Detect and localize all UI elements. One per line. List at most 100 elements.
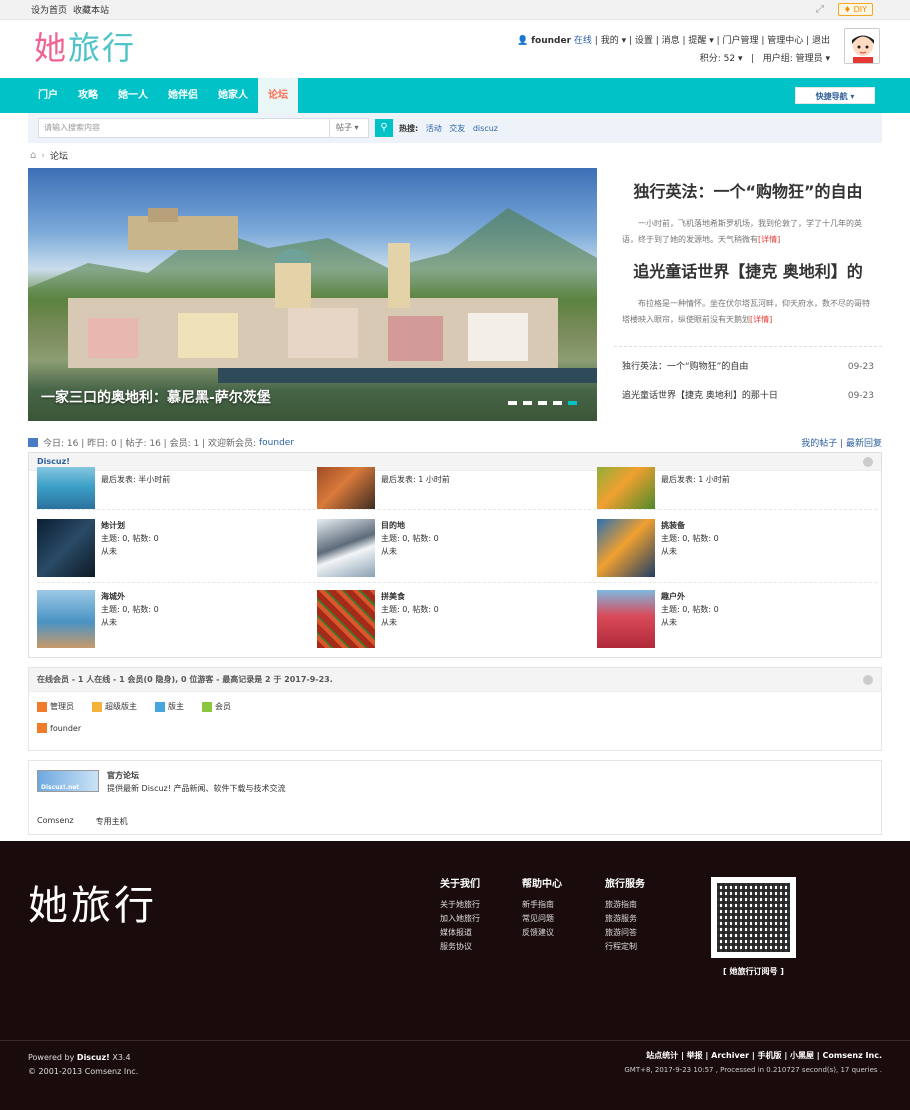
forum-name[interactable]: 趣户外 xyxy=(661,590,719,603)
forum-cell[interactable]: 她计划 主题: 0, 帖数: 0 从未 xyxy=(37,519,317,582)
footer-link[interactable]: 加入她旅行 xyxy=(440,912,480,926)
footer-link[interactable]: 新手指南 xyxy=(522,898,562,912)
footer-link[interactable]: 媒体报道 xyxy=(440,926,480,940)
forum-cell[interactable]: 最后发表: 1 小时前 xyxy=(597,467,877,509)
user-links[interactable]: 我的 ▾ | 设置 | 消息 | 提醒 ▾ | 门户管理 | 管理中心 | 退出 xyxy=(601,36,830,46)
slider-dot[interactable] xyxy=(508,401,517,405)
breadcrumb: ⌂ › 论坛 xyxy=(0,143,910,168)
forum-thumbnail[interactable] xyxy=(37,590,95,648)
set-home-link[interactable]: 设为首页 xyxy=(31,3,67,16)
nav-solo[interactable]: 她一人 xyxy=(108,78,158,113)
footer-link[interactable]: 反馈建议 xyxy=(522,926,562,940)
forum-name[interactable]: 拼美食 xyxy=(381,590,439,603)
online-member[interactable]: founder xyxy=(29,721,881,735)
points-dropdown[interactable]: 积分: 52 ▾ xyxy=(700,54,743,64)
nav-forum[interactable]: 论坛 xyxy=(258,78,298,113)
hot-search-item[interactable]: 活动 xyxy=(426,124,442,133)
forum-cell[interactable]: 最后发表: 1 小时前 xyxy=(317,467,597,509)
slider-dot[interactable] xyxy=(523,401,532,405)
footer-link[interactable]: 行程定制 xyxy=(605,940,645,954)
forum-info: 最后发表: 1 小时前 xyxy=(661,473,730,509)
diy-button[interactable]: ♦ DIY xyxy=(837,3,873,16)
forum-thumbnail[interactable] xyxy=(37,467,95,509)
nav-guide[interactable]: 攻略 xyxy=(68,78,108,113)
news-list-title[interactable]: 追光童话世界【捷克 奥地利】的那十日 xyxy=(622,382,778,411)
footer-link[interactable]: 旅游服务 xyxy=(605,912,645,926)
qr-code xyxy=(711,877,796,958)
news-list-item[interactable]: 追光童话世界【捷克 奥地利】的那十日 09-23 xyxy=(614,382,882,411)
news-list-title[interactable]: 独行英法：一个“购物狂”的自由 xyxy=(622,353,748,382)
forum-name[interactable]: 海城外 xyxy=(101,590,159,603)
footer-logo[interactable]: 她旅行 xyxy=(28,873,157,931)
news-list-item[interactable]: 独行英法：一个“购物狂”的自由 09-23 xyxy=(614,353,882,382)
forum-thumbnail[interactable] xyxy=(597,467,655,509)
breadcrumb-current[interactable]: 论坛 xyxy=(50,149,68,162)
powered-brand-link[interactable]: Discuz! xyxy=(77,1053,110,1062)
forum-last-post: 最后发表: 1 小时前 xyxy=(661,475,730,484)
footer-divider xyxy=(0,1040,910,1041)
category-title[interactable]: Discuz! xyxy=(37,457,70,466)
forum-thumbnail[interactable] xyxy=(317,467,375,509)
slider-dot-active[interactable] xyxy=(568,401,577,405)
news-more-link[interactable]: [详情] xyxy=(750,315,772,324)
footer-utility-links[interactable]: 站点统计 | 举报 | Archiver | 手机版 | 小黑屋 | Comse… xyxy=(624,1049,882,1063)
forum-cell[interactable]: 海城外 主题: 0, 帖数: 0 从未 xyxy=(37,590,317,656)
search-input[interactable]: 请输入搜索内容 xyxy=(38,118,330,138)
avatar[interactable] xyxy=(844,28,880,64)
forum-cell[interactable]: 目的地 主题: 0, 帖数: 0 从未 xyxy=(317,519,597,582)
online-detail: - 1 人在线 - 1 会员(0 隐身), 0 位游客 - 最高记录是 2 于 … xyxy=(69,675,333,684)
home-icon[interactable]: ⌂ xyxy=(30,150,36,161)
forum-name[interactable]: 她计划 xyxy=(101,519,159,532)
search-type-select[interactable]: 帖子 ▾ xyxy=(329,118,369,138)
footer-link[interactable]: 常见问题 xyxy=(522,912,562,926)
slider-caption[interactable]: 一家三口的奥地利：慕尼黑-萨尔茨堡 xyxy=(41,387,271,407)
bookmark-link[interactable]: 收藏本站 xyxy=(73,3,109,16)
nav-partner[interactable]: 她伴侣 xyxy=(158,78,208,113)
online-status[interactable]: 在线 xyxy=(574,36,592,46)
footer-link[interactable]: 旅游指南 xyxy=(605,898,645,912)
news-more-link[interactable]: [详情] xyxy=(758,235,780,244)
forum-name[interactable]: 挑装备 xyxy=(661,519,719,532)
news-title[interactable]: 独行英法：一个“购物狂”的自由 xyxy=(614,168,882,216)
featured-slider[interactable]: 一家三口的奥地利：慕尼黑-萨尔茨堡 xyxy=(28,168,597,421)
text-link[interactable]: Comsenz xyxy=(37,816,74,827)
news-title[interactable]: 追光童话世界【捷克 奥地利】的 xyxy=(614,248,882,296)
quick-nav-button[interactable]: 快捷导航 ▾ xyxy=(795,87,875,104)
forum-last-post: 从未 xyxy=(661,547,677,556)
online-title[interactable]: 在线会员 xyxy=(37,675,69,684)
collapse-icon[interactable] xyxy=(863,457,873,467)
slider-dot[interactable] xyxy=(553,401,562,405)
link-title[interactable]: 官方论坛 xyxy=(107,771,139,780)
forum-thumbnail[interactable] xyxy=(597,519,655,577)
site-logo[interactable]: 她旅行 xyxy=(34,28,136,68)
forum-cell[interactable]: 挑装备 主题: 0, 帖数: 0 从未 xyxy=(597,519,877,582)
member-name[interactable]: founder xyxy=(50,724,81,733)
forum-thumbnail[interactable] xyxy=(317,590,375,648)
forum-cell[interactable]: 趣户外 主题: 0, 帖数: 0 从未 xyxy=(597,590,877,656)
username-link[interactable]: founder xyxy=(531,36,571,46)
forum-name[interactable]: 目的地 xyxy=(381,519,439,532)
my-posts-links[interactable]: 我的帖子 | 最新回复 xyxy=(801,436,882,449)
group-dropdown[interactable]: 用户组: 管理员 ▾ xyxy=(763,54,830,64)
slider-dot[interactable] xyxy=(538,401,547,405)
forum-thumbnail[interactable] xyxy=(37,519,95,577)
footer-link[interactable]: 服务协议 xyxy=(440,940,480,954)
discuz-logo[interactable]: Discuz!.net xyxy=(37,770,99,792)
forum-thumbnail[interactable] xyxy=(317,519,375,577)
search-icon[interactable]: ⚲ xyxy=(375,119,393,137)
footer-column: 旅行服务 旅游指南 旅游服务 旅游问答 行程定制 xyxy=(605,878,645,954)
forum-cell[interactable]: 最后发表: 半小时前 xyxy=(37,467,317,509)
text-link[interactable]: 专用主机 xyxy=(96,816,128,827)
hot-search-item[interactable]: discuz xyxy=(473,124,498,133)
forum-cell[interactable]: 拼美食 主题: 0, 帖数: 0 从未 xyxy=(317,590,597,656)
footer-link[interactable]: 旅游问答 xyxy=(605,926,645,940)
nav-portal[interactable]: 门户 xyxy=(28,78,68,113)
new-member-link[interactable]: founder xyxy=(259,438,294,448)
forum-thumbnail[interactable] xyxy=(597,590,655,648)
nav-family[interactable]: 她家人 xyxy=(208,78,258,113)
footer-link[interactable]: 关于她旅行 xyxy=(440,898,480,912)
forum-info: 最后发表: 1 小时前 xyxy=(381,473,450,509)
hot-search-item[interactable]: 交友 xyxy=(449,124,465,133)
collapse-icon[interactable] xyxy=(863,675,873,685)
expand-icon[interactable]: ⤢ xyxy=(816,4,824,15)
